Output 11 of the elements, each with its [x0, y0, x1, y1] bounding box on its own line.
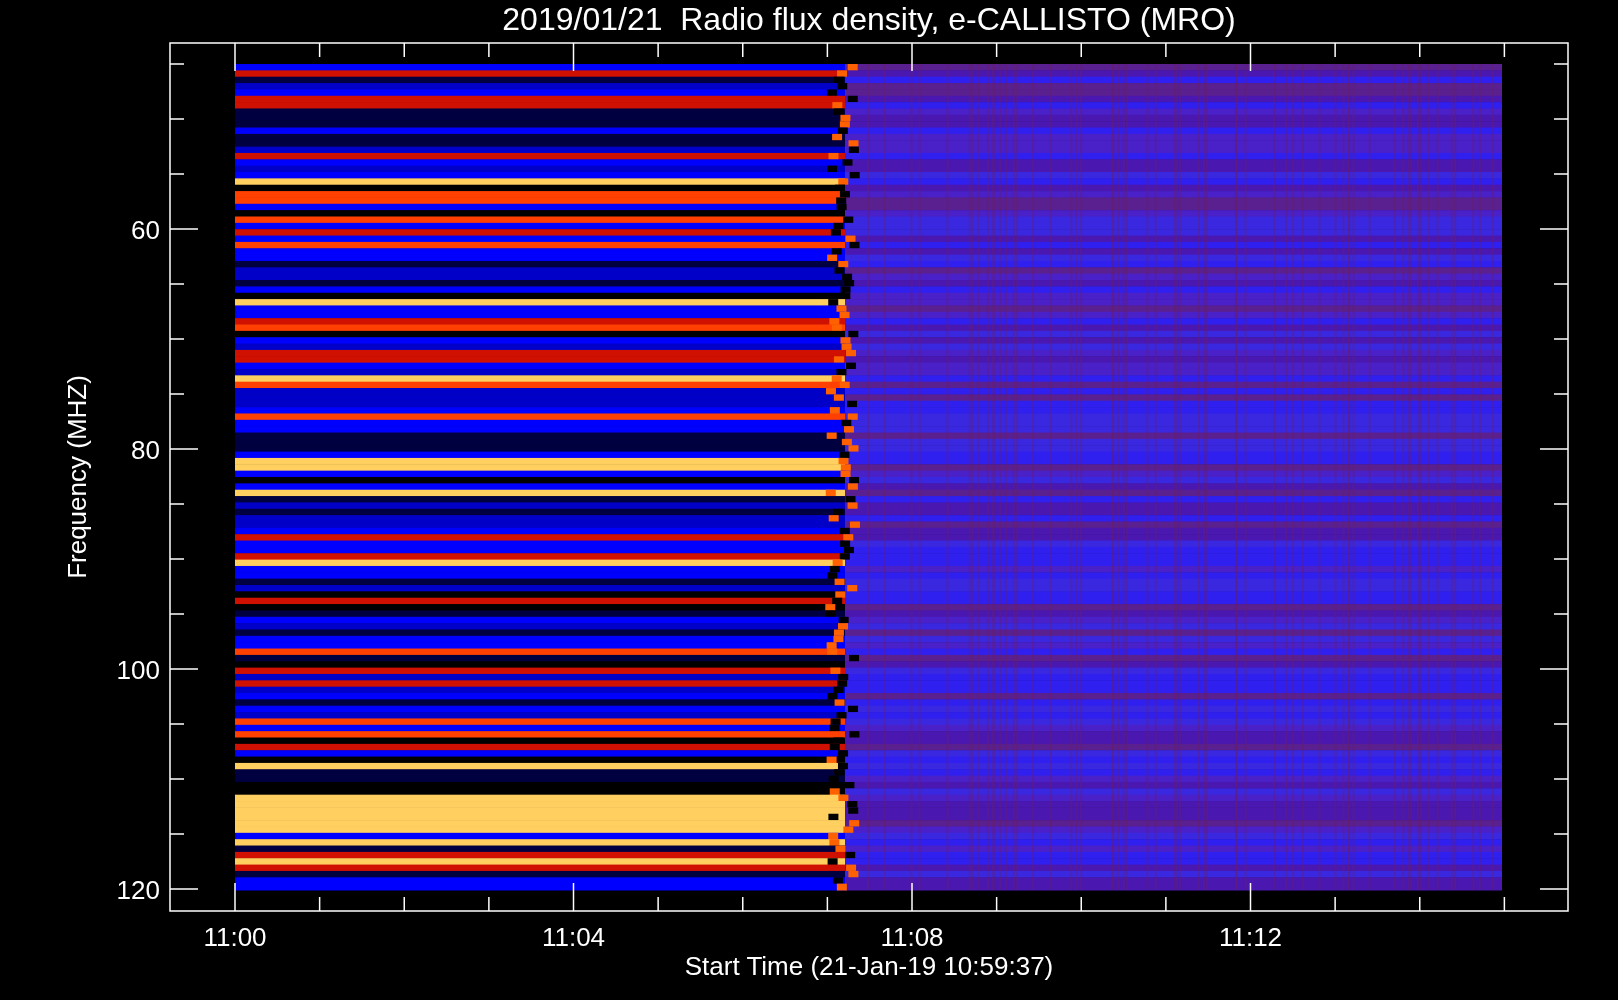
- y-tick-label: 80: [131, 435, 160, 465]
- plot-title: 2019/01/21 Radio flux density, e-CALLISTO (MRO): [502, 1, 1236, 37]
- x-tick-label: 11:00: [203, 922, 267, 952]
- y-axis-label: Frequency (MHZ): [62, 375, 92, 579]
- x-tick-label: 11:04: [541, 922, 606, 952]
- x-tick-label: 11:08: [880, 922, 944, 952]
- y-tick-label: 60: [131, 215, 160, 245]
- y-tick-label: 100: [116, 655, 160, 685]
- x-axis-label: Start Time (21-Jan-19 10:59:37): [684, 951, 1054, 981]
- x-tick-label: 11:12: [1218, 922, 1283, 952]
- y-tick-label: 120: [116, 875, 160, 905]
